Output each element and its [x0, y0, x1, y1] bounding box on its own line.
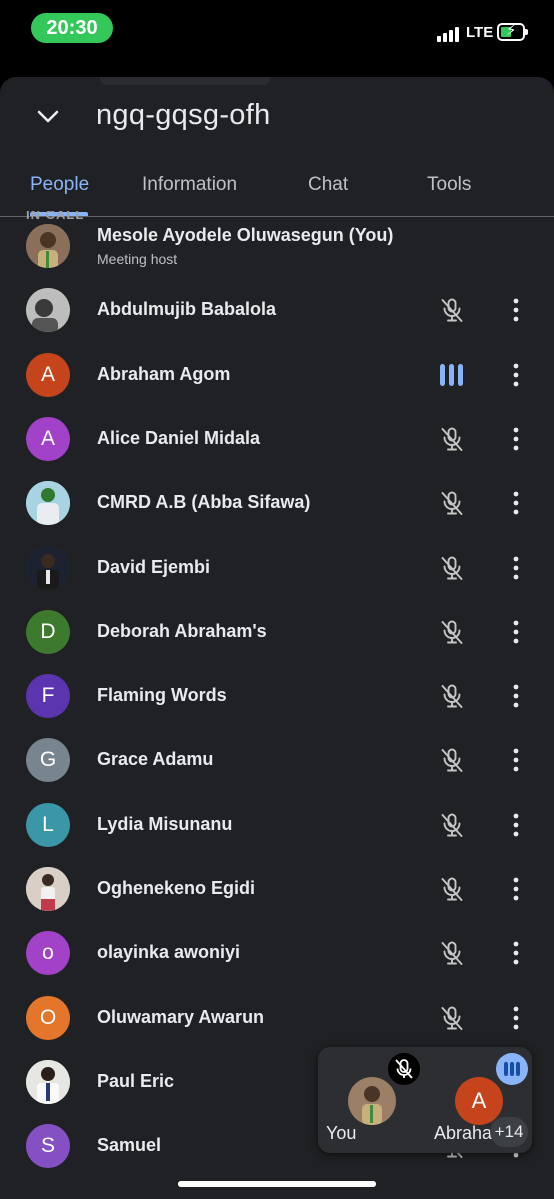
cellular-signal-icon [437, 26, 463, 42]
people-panel: ngq-gqsg-ofh People Information Chat Too… [0, 77, 554, 1199]
participant-name: Lydia Misunanu [97, 813, 233, 834]
avatar: A [26, 416, 70, 461]
muted-mic-icon[interactable] [438, 811, 466, 839]
participant-row[interactable]: David Ejembi [0, 536, 554, 600]
participant-name: Mesole Ayodele Oluwasegun (You) [97, 225, 394, 245]
chevron-down-icon[interactable] [33, 102, 63, 132]
floating-video-preview[interactable]: You A Abraham +14 [318, 1047, 532, 1153]
speaker-avatar: A [455, 1077, 503, 1125]
battery-charging-icon: ⚡ [497, 22, 528, 41]
avatar: F [26, 674, 70, 719]
participant-row[interactable]: Oghenekeno Egidi [0, 857, 554, 921]
more-options-icon[interactable] [502, 296, 530, 324]
more-options-icon[interactable] [502, 939, 530, 967]
more-options-icon[interactable] [502, 361, 530, 389]
participant-role: Meeting host [97, 251, 178, 267]
muted-mic-icon[interactable] [438, 554, 466, 582]
tab-bar: People Information Chat Tools [0, 162, 554, 217]
participant-name: David Ejembi [97, 556, 211, 577]
avatar: D [26, 609, 70, 654]
speaking-indicator-icon [496, 1053, 528, 1085]
tab-chat[interactable]: Chat [308, 174, 348, 196]
muted-mic-icon[interactable] [438, 875, 466, 903]
tab-information[interactable]: Information [142, 174, 237, 196]
more-options-icon[interactable] [502, 811, 530, 839]
avatar: S [26, 1124, 70, 1169]
avatar: L [26, 802, 70, 847]
participant-name: Flaming Words [97, 685, 227, 706]
self-label: You [326, 1123, 357, 1143]
participant-name: Oghenekeno Egidi [97, 878, 256, 898]
tab-tools[interactable]: Tools [427, 174, 471, 196]
panel-header: ngq-gqsg-ofh [0, 77, 554, 157]
more-options-icon[interactable] [502, 746, 530, 774]
participant-name: Deborah Abraham's [97, 620, 267, 641]
participant-row[interactable]: L Lydia Misunanu [0, 793, 554, 857]
participant-row[interactable]: o olayinka awoniyi [0, 921, 554, 985]
participant-row[interactable]: G Grace Adamu [0, 728, 554, 792]
muted-mic-icon[interactable] [438, 489, 466, 517]
participant-name: olayinka awoniyi [97, 942, 241, 963]
status-bar: 20:30 LTE ⚡ [0, 0, 554, 62]
more-options-icon[interactable] [502, 1004, 530, 1032]
more-options-icon[interactable] [502, 489, 530, 517]
participant-row[interactable]: CMRD A.B (Abba Sifawa) [0, 471, 554, 535]
participant-row[interactable]: A Alice Daniel Midala [0, 407, 554, 471]
more-options-icon[interactable] [502, 554, 530, 582]
muted-mic-icon[interactable] [438, 682, 466, 710]
participant-row[interactable]: O Oluwamary Awarun [0, 986, 554, 1050]
participant-row[interactable]: A Abraham Agom [0, 343, 554, 407]
more-participants-badge[interactable]: +14 [490, 1117, 528, 1147]
participant-name: Paul Eric [97, 1070, 175, 1091]
speaking-indicator-icon [440, 363, 464, 386]
avatar [26, 481, 70, 526]
participant-name: CMRD A.B (Abba Sifawa) [97, 492, 311, 513]
clock: 20:30 [31, 13, 113, 43]
participant-name: Grace Adamu [97, 749, 214, 770]
avatar [26, 224, 70, 268]
avatar: o [26, 931, 70, 976]
more-options-icon[interactable] [502, 425, 530, 453]
participant-row[interactable]: D Deborah Abraham's [0, 600, 554, 664]
participant-name: Abraham Agom [97, 363, 231, 384]
avatar [26, 288, 70, 333]
participant-row[interactable]: Mesole Ayodele Oluwasegun (You) Meeting h… [0, 214, 554, 278]
avatar: O [26, 995, 70, 1040]
participant-row[interactable]: Abdulmujib Babalola [0, 278, 554, 342]
avatar [26, 545, 70, 590]
more-options-icon[interactable] [502, 682, 530, 710]
muted-mic-icon[interactable] [438, 1004, 466, 1032]
muted-mic-icon[interactable] [438, 425, 466, 453]
muted-mic-icon [388, 1053, 420, 1085]
avatar [26, 1059, 70, 1104]
self-avatar [348, 1077, 396, 1125]
participant-name: Samuel [97, 1135, 162, 1156]
meeting-code: ngq-gqsg-ofh [96, 99, 271, 131]
participant-name: Alice Daniel Midala [97, 427, 261, 448]
speaker-label: Abraham [434, 1123, 494, 1143]
avatar [26, 867, 70, 911]
more-options-icon[interactable] [502, 875, 530, 903]
network-type: LTE [466, 24, 494, 41]
avatar: A [26, 352, 70, 397]
home-indicator[interactable] [178, 1181, 376, 1187]
muted-mic-icon[interactable] [438, 618, 466, 646]
muted-mic-icon[interactable] [438, 296, 466, 324]
avatar: G [26, 738, 70, 783]
participant-name: Abdulmujib Babalola [97, 299, 277, 320]
tab-people[interactable]: People [30, 174, 89, 196]
participant-name: Oluwamary Awarun [97, 1006, 265, 1027]
participant-row[interactable]: F Flaming Words [0, 664, 554, 728]
more-options-icon[interactable] [502, 618, 530, 646]
muted-mic-icon[interactable] [438, 746, 466, 774]
muted-mic-icon[interactable] [438, 939, 466, 967]
